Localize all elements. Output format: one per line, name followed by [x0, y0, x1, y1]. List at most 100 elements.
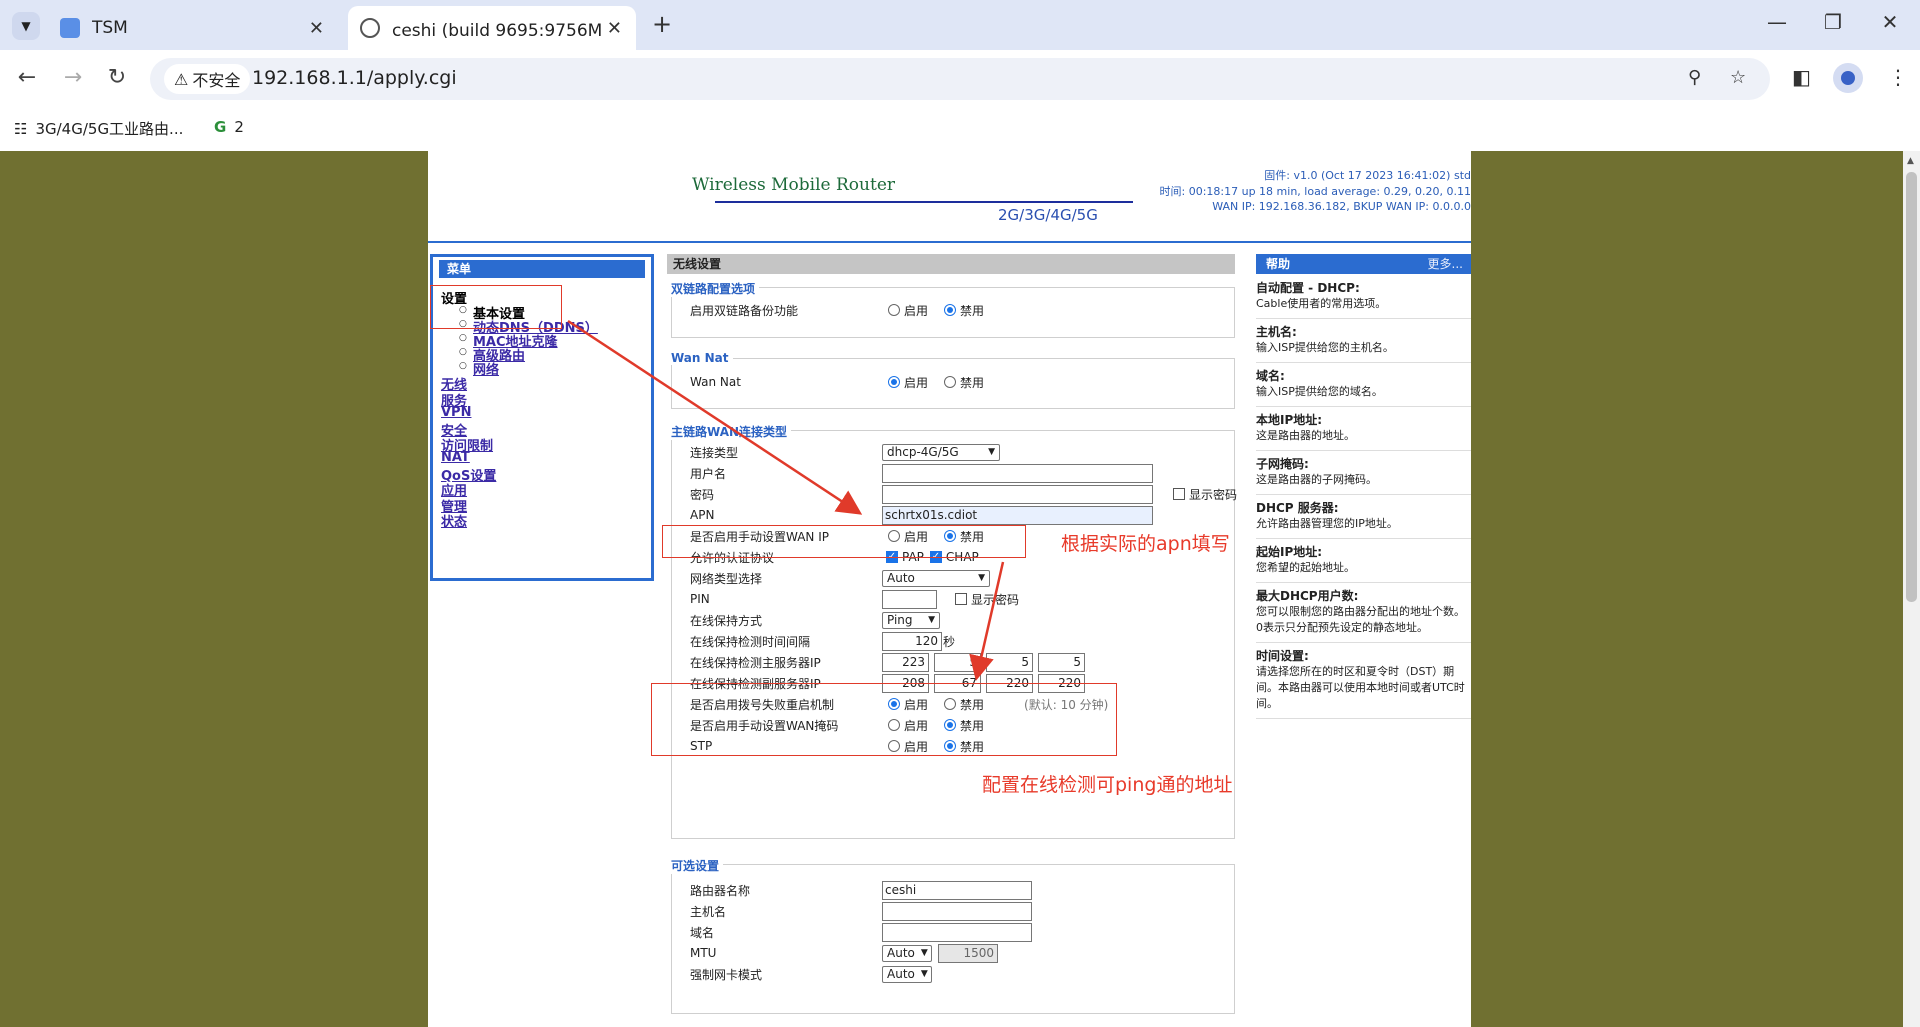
menu-sub-network[interactable]: 网络	[473, 359, 499, 378]
tab-search-button[interactable]: ▼	[12, 12, 40, 40]
menu-item-vpn[interactable]: VPN	[441, 405, 471, 420]
globe-icon	[360, 18, 380, 38]
help-item: 子网掩码: 这是路由器的子网掩码。	[1256, 451, 1471, 495]
apn-input[interactable]: schrtx01s.cdiot	[882, 505, 1153, 525]
tab-ceshi[interactable]: ceshi (build 9695:9756M) - 设 ✕	[348, 6, 636, 50]
minimize-icon[interactable]: —	[1762, 10, 1792, 34]
field-label: 密码	[690, 487, 715, 502]
annotation-apn-note: 根据实际的apn填写	[1061, 533, 1230, 555]
wan-nat-enable-radio[interactable]	[888, 376, 900, 388]
annotation-box-keepalive-ips	[651, 683, 1117, 756]
side-panel-icon[interactable]: ◧	[1792, 65, 1811, 89]
field-label: 网络类型选择	[690, 571, 763, 586]
system-info: 固件: v1.0 (Oct 17 2023 16:41:02) std 时间: …	[1128, 168, 1472, 215]
url-text[interactable]: 192.168.1.1/apply.cgi	[252, 67, 457, 89]
tab-tsm[interactable]: TSM ✕	[48, 6, 338, 50]
fieldset-legend: 主链路WAN连接类型	[667, 423, 792, 440]
fieldset-legend: 可选设置	[667, 857, 724, 874]
chevron-down-icon: ▼	[988, 447, 995, 457]
back-icon[interactable]: ←	[12, 65, 42, 90]
chevron-down-icon: ▼	[928, 615, 935, 625]
primary-ip-octet-2[interactable]: 5	[934, 652, 981, 672]
tab-strip: ▼ TSM ✕ ceshi (build 9695:9756M) - 设 ✕ +…	[0, 0, 1920, 50]
forward-icon[interactable]: →	[58, 65, 88, 90]
router-logo: Wireless Mobile Router	[692, 175, 896, 195]
field-label: MTU	[690, 946, 717, 960]
tab-title: ceshi (build 9695:9756M) - 设	[392, 20, 602, 41]
pin-input[interactable]	[882, 589, 937, 609]
zoom-icon[interactable]: ⚲	[1688, 67, 1701, 88]
fieldset-legend: Wan Nat	[667, 351, 733, 365]
dual-link-fieldset: 双链路配置选项 启用双链路备份功能 启用 禁用	[667, 280, 1235, 338]
chevron-down-icon: ▼	[978, 573, 985, 583]
primary-ip-octet-1[interactable]: 223	[882, 652, 929, 672]
help-item: 主机名: 输入ISP提供给您的主机名。	[1256, 319, 1471, 363]
annotation-box-apn	[662, 525, 1026, 558]
mtu-input[interactable]: 1500	[938, 943, 998, 963]
firmware-text: 固件: v1.0 (Oct 17 2023 16:41:02) std	[1264, 169, 1471, 182]
help-panel: 帮助 更多... 自动配置 - DHCP: Cable使用者的常用选项。 主机名:…	[1256, 254, 1471, 719]
chevron-down-icon: ▼	[920, 969, 928, 979]
browser-toolbar: ← → ↻ ⚠ 不安全 192.168.1.1/apply.cgi ⚲ ☆ ◧ …	[0, 50, 1920, 108]
address-bar[interactable]: ⚠ 不安全 192.168.1.1/apply.cgi ⚲ ☆	[150, 58, 1770, 100]
net-type-select[interactable]: Auto ▼	[882, 569, 990, 587]
show-password-checkbox[interactable]	[1173, 488, 1185, 500]
browser-chrome: ▼ TSM ✕ ceshi (build 9695:9756M) - 设 ✕ +…	[0, 0, 1920, 151]
field-label: 路由器名称	[690, 883, 751, 898]
router-logo-sub: 2G/3G/4G/5G	[998, 206, 1098, 224]
field-label: 域名	[690, 925, 715, 940]
keepalive-select[interactable]: Ping ▼	[882, 611, 940, 629]
interval-input[interactable]: 120	[882, 631, 942, 651]
router-name-input[interactable]: ceshi	[882, 880, 1032, 900]
wan-ip-text: WAN IP: 192.168.36.182, BKUP WAN IP: 0.0…	[1212, 200, 1471, 213]
help-item: 域名: 输入ISP提供给您的域名。	[1256, 363, 1471, 407]
dual-link-disable-radio[interactable]	[944, 304, 957, 316]
menu-item-nat[interactable]: NAT	[441, 450, 470, 465]
restore-icon[interactable]: ❐	[1818, 10, 1848, 34]
warning-icon: ⚠	[174, 69, 189, 89]
mtu-mode-select[interactable]: Auto ▼	[882, 944, 932, 962]
profile-avatar[interactable]	[1833, 63, 1863, 93]
hostname-input[interactable]	[882, 901, 1032, 921]
primary-ip-octet-4[interactable]: 5	[1038, 652, 1085, 672]
scroll-up-icon[interactable]: ▲	[1907, 156, 1914, 166]
close-window-icon[interactable]: ✕	[1875, 10, 1905, 34]
page-title: 无线设置	[667, 254, 1235, 274]
wan-nat-disable-radio[interactable]	[944, 376, 957, 388]
bookmark-item[interactable]: G2	[214, 118, 244, 136]
primary-ip-octet-3[interactable]: 5	[986, 652, 1033, 672]
new-tab-button[interactable]: +	[652, 10, 672, 38]
menu-dots-icon[interactable]: ⋮	[1888, 65, 1908, 89]
help-more-link[interactable]: 更多...	[1428, 254, 1463, 274]
annotation-ping-note: 配置在线检测可ping通的地址	[982, 774, 1233, 796]
reload-icon[interactable]: ↻	[102, 65, 132, 90]
menu-header: 菜单	[439, 260, 645, 278]
help-item: 自动配置 - DHCP: Cable使用者的常用选项。	[1256, 274, 1471, 319]
doc-icon	[60, 18, 80, 38]
pin-show-checkbox[interactable]	[955, 593, 967, 605]
star-icon[interactable]: ☆	[1730, 67, 1746, 88]
chevron-down-icon: ▼	[920, 948, 928, 958]
interval-unit: 秒	[943, 634, 956, 649]
optional-fieldset: 可选设置 路由器名称 ceshi 主机名 域名 MTU Auto ▼ 1500 强…	[667, 857, 1235, 1014]
conn-type-select[interactable]: dhcp-4G/5G ▼	[882, 443, 1000, 461]
field-label: 启用双链路备份功能	[690, 303, 799, 318]
security-label: 不安全	[192, 71, 241, 90]
menu-item-status[interactable]: 状态	[441, 511, 467, 530]
bookmark-item[interactable]: ☷ 3G/4G/5G工业路由...	[14, 118, 183, 139]
nic-mode-select[interactable]: Auto ▼	[882, 965, 932, 983]
page-scrollbar[interactable]: ▲	[1903, 151, 1920, 1027]
scroll-thumb[interactable]	[1906, 172, 1917, 602]
logo-underline	[715, 201, 1133, 203]
dual-link-enable-radio[interactable]	[888, 304, 900, 316]
domain-input[interactable]	[882, 922, 1032, 942]
password-input[interactable]	[882, 484, 1153, 504]
field-label: 连接类型	[690, 445, 739, 460]
field-label: PIN	[690, 592, 710, 606]
field-label: APN	[690, 508, 715, 522]
field-label: 在线保持检测时间间隔	[690, 634, 811, 649]
close-icon[interactable]: ✕	[607, 18, 622, 39]
close-icon[interactable]: ✕	[309, 18, 324, 39]
username-input[interactable]	[882, 463, 1153, 483]
security-chip[interactable]: ⚠ 不安全	[164, 64, 251, 94]
